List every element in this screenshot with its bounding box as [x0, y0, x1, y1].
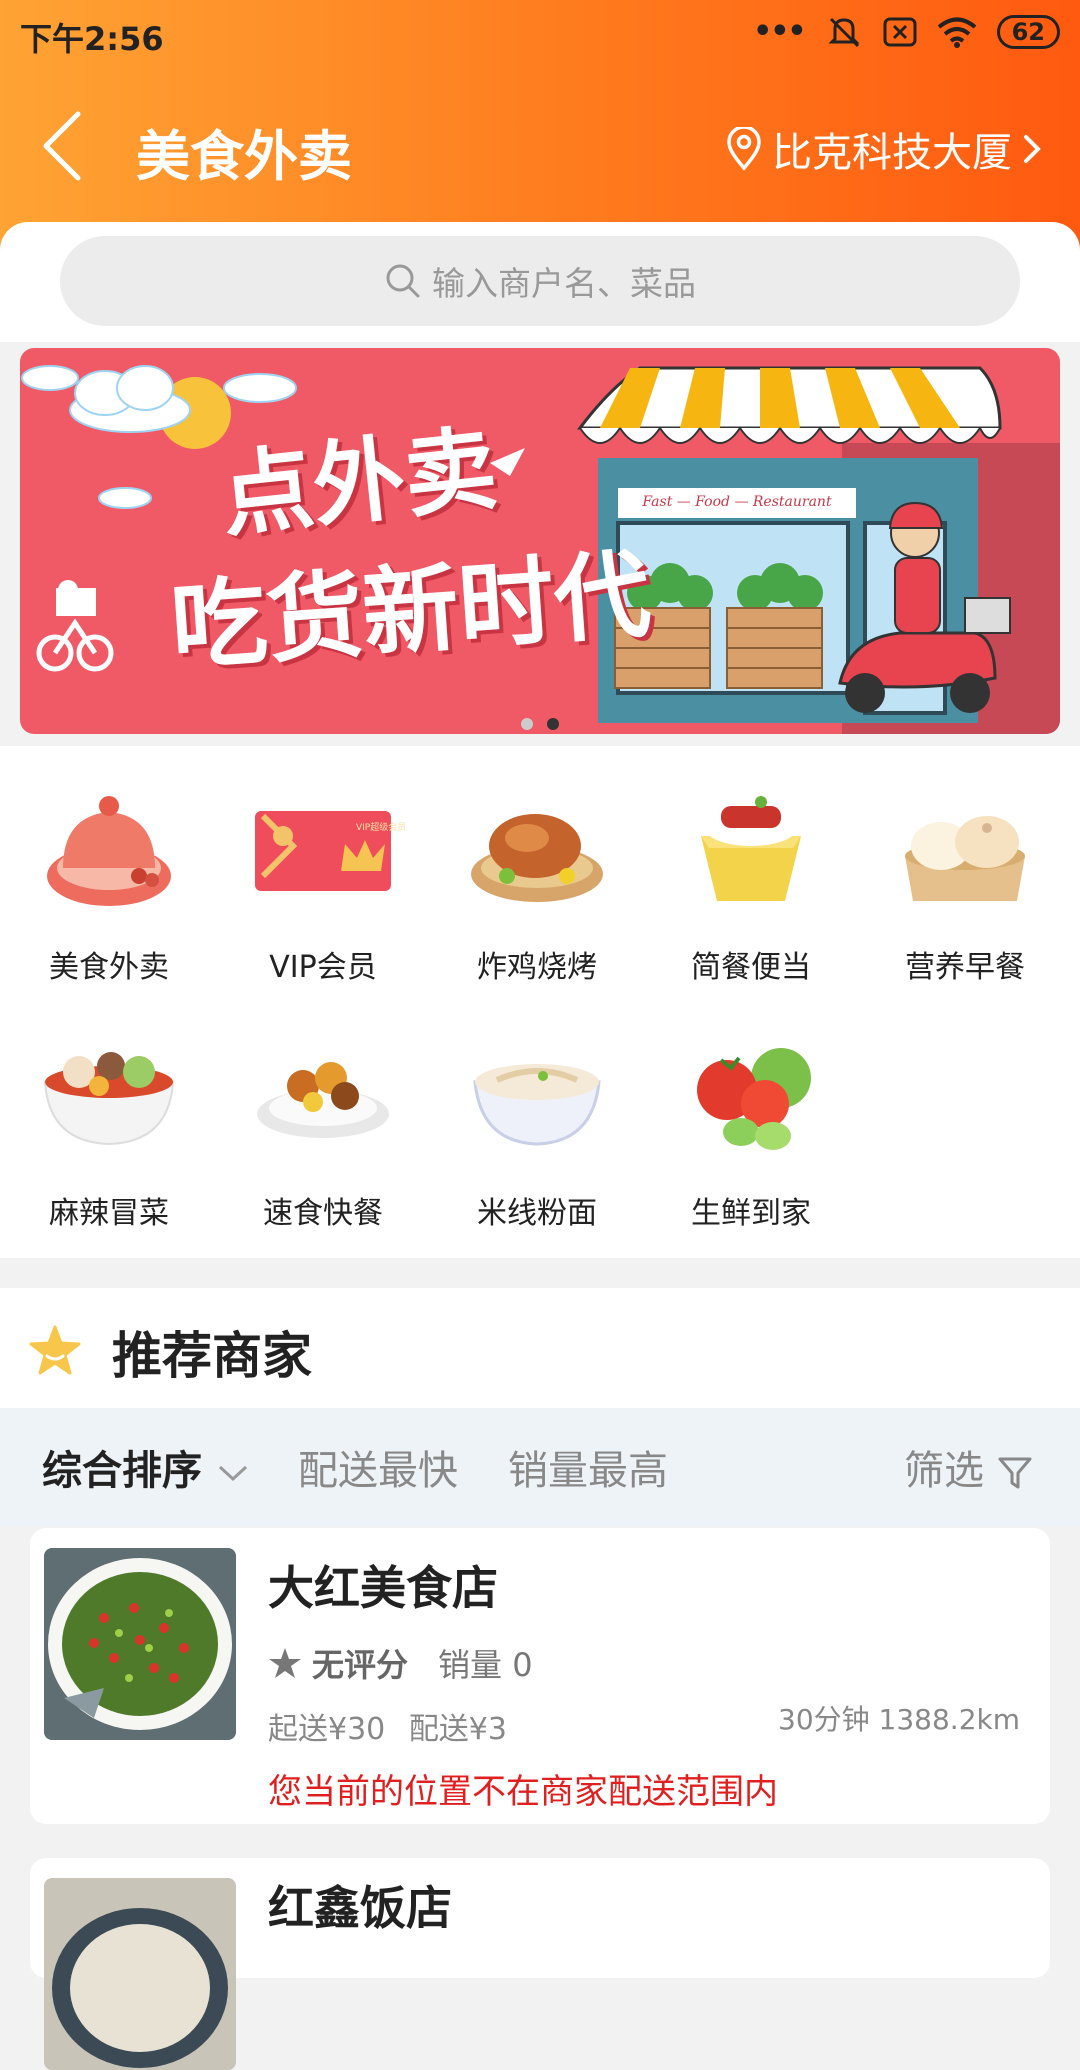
back-arrow-icon[interactable] [36, 106, 96, 186]
out-of-range-warning: 您当前的位置不在商家配送范围内 [268, 1772, 778, 1812]
sim-error-icon [883, 17, 917, 46]
status-icons: ••• 62 [753, 14, 1060, 49]
category-vip[interactable]: VIP超级会员 VIP会员 [216, 776, 430, 986]
sort-comprehensive-label: 综合排序 [42, 1448, 202, 1494]
shop-name: 红鑫饭店 [268, 1881, 452, 1935]
category-label: 速食快餐 [263, 1196, 383, 1231]
sort-fastest[interactable]: 配送最快 [298, 1438, 458, 1496]
shop-thumbnail [44, 1548, 236, 1740]
header: 下午2:56 ••• 62 美食外卖 比克科技大厦 [0, 0, 1080, 250]
category-label: 麻辣冒菜 [49, 1196, 169, 1231]
steamed-bun-icon [905, 816, 1025, 901]
category-food-delivery[interactable]: 美食外卖 [2, 776, 216, 986]
category-grid: 美食外卖 VIP超级会员 VIP会员 炸鸡烧烤 简餐便当 营养早餐 麻辣冒菜 速… [0, 746, 1080, 1258]
promo-banner[interactable]: 点外卖 吃货新时代 Fast — Food — Restaurant [20, 348, 1060, 734]
recommend-header: 推荐商家 [0, 1288, 1080, 1408]
category-label: 米线粉面 [477, 1196, 597, 1231]
filter-funnel-icon [998, 1457, 1032, 1489]
category-bento[interactable]: 简餐便当 [644, 776, 858, 986]
banner-pagination [0, 718, 1080, 730]
sort-bar: 综合排序 配送最快 销量最高 筛选 [0, 1408, 1080, 1526]
category-fresh-produce[interactable]: 生鲜到家 [644, 1022, 858, 1232]
shop-rating: 无评分 销量 0 [268, 1640, 533, 1686]
search-input[interactable]: 输入商户名、菜品 [60, 236, 1020, 326]
search-panel: 输入商户名、菜品 [0, 222, 1080, 342]
shop-name: 大红美食店 [268, 1561, 498, 1615]
pagination-dot [521, 718, 533, 730]
sales-text: 销量 0 [438, 1646, 533, 1684]
recommend-title: 推荐商家 [112, 1327, 312, 1385]
vip-card-text: VIP超级会员 [356, 823, 407, 833]
delivery-time-distance: 30分钟 1388.2km [778, 1703, 1020, 1736]
category-label: 生鲜到家 [691, 1196, 811, 1231]
pagination-dot-active [547, 718, 559, 730]
chevron-down-icon [218, 1465, 247, 1482]
nav-bar: 美食外卖 比克科技大厦 [0, 90, 1080, 210]
category-label: 营养早餐 [905, 950, 1025, 985]
category-breakfast[interactable]: 营养早餐 [858, 776, 1072, 986]
mute-bell-icon [827, 17, 860, 47]
category-noodles[interactable]: 米线粉面 [430, 1022, 644, 1232]
rating-text: 无评分 [312, 1646, 409, 1684]
category-label: 简餐便当 [691, 950, 811, 985]
location-name: 比克科技大厦 [772, 130, 1012, 176]
status-bar: 下午2:56 ••• 62 [0, 0, 1080, 74]
noodle-bowl-icon [473, 1064, 601, 1146]
chevron-right-icon [1024, 135, 1041, 163]
page-title: 美食外卖 [136, 125, 352, 188]
shop-card[interactable]: 红鑫饭店 [30, 1858, 1050, 2070]
star-badge-icon [29, 1325, 81, 1375]
vegetables-icon [697, 1048, 811, 1150]
filter-label: 筛选 [904, 1448, 984, 1494]
category-fried-chicken[interactable]: 炸鸡烧烤 [430, 776, 644, 986]
shop-fees: 起送¥30 配送¥3 [268, 1704, 507, 1748]
category-label: 炸鸡烧烤 [477, 950, 597, 985]
battery-indicator: 62 [996, 14, 1060, 49]
category-spicy[interactable]: 麻辣冒菜 [2, 1022, 216, 1232]
roast-chicken-icon [471, 814, 603, 902]
food-cover-icon [47, 796, 171, 906]
shop-card[interactable]: 大红美食店 无评分 销量 0 起送¥30 配送¥3 30分钟 1388.2km … [30, 1528, 1050, 1824]
category-fast-food[interactable]: 速食快餐 [216, 1022, 430, 1232]
status-time: 下午2:56 [20, 20, 164, 58]
category-label: 美食外卖 [49, 950, 169, 985]
more-dots-icon: ••• [753, 14, 807, 49]
delivery-fee: 配送¥3 [408, 1712, 507, 1747]
sort-comprehensive[interactable]: 综合排序 [42, 1438, 250, 1496]
sort-top-sales[interactable]: 销量最高 [508, 1438, 668, 1496]
filter-button[interactable]: 筛选 [904, 1438, 1033, 1496]
location-selector[interactable]: 比克科技大厦 [726, 120, 1042, 178]
search-placeholder: 输入商户名、菜品 [432, 264, 696, 303]
banner-shop-sign: Fast — Food — Restaurant [642, 494, 832, 510]
min-order: 起送¥30 [268, 1712, 386, 1747]
shop-thumbnail [44, 1878, 236, 2070]
star-icon [269, 1648, 301, 1678]
bento-box-icon [701, 796, 801, 901]
wifi-icon [937, 17, 976, 48]
vip-card-icon [255, 811, 391, 891]
category-label: VIP会员 [269, 950, 377, 985]
search-icon [386, 264, 420, 298]
location-pin-icon [727, 127, 761, 171]
spicy-bowl-icon [43, 1052, 175, 1146]
rice-plate-icon [257, 1062, 389, 1138]
